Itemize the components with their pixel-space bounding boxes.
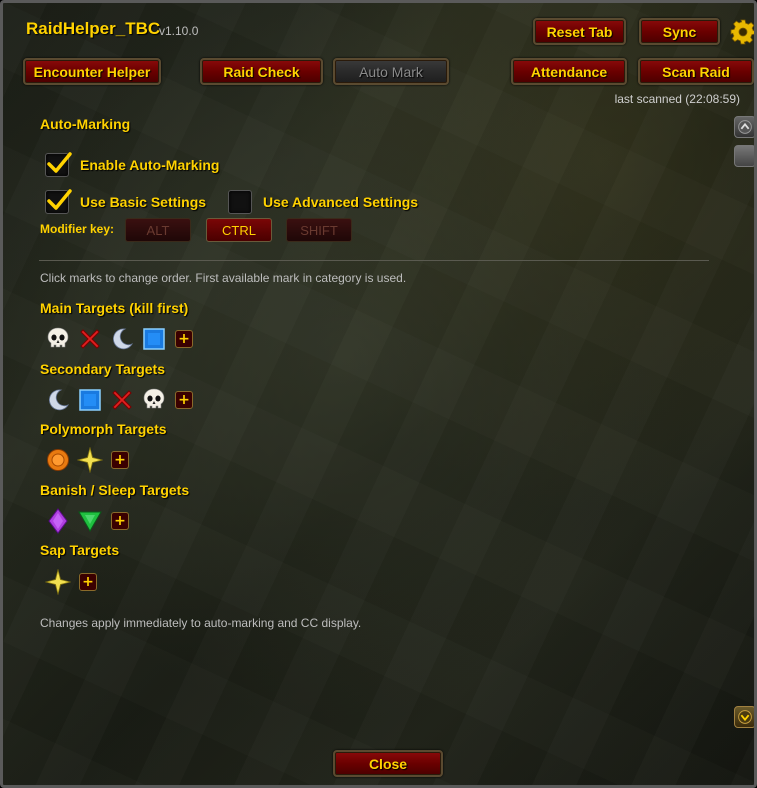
secondary-targets-marks: + bbox=[45, 386, 193, 414]
sap-targets-title: Sap Targets bbox=[40, 542, 120, 558]
skull-icon[interactable] bbox=[45, 326, 71, 352]
star-icon[interactable] bbox=[77, 447, 103, 473]
use-basic-settings-checkbox[interactable] bbox=[45, 189, 72, 214]
use-advanced-settings-checkbox[interactable] bbox=[228, 190, 252, 214]
sync-button[interactable]: Sync bbox=[639, 18, 720, 45]
square-icon[interactable] bbox=[141, 326, 167, 352]
secondary-targets-title: Secondary Targets bbox=[40, 361, 166, 377]
skull-icon[interactable] bbox=[141, 387, 167, 413]
add-mark-button[interactable]: + bbox=[79, 573, 97, 591]
circle-icon[interactable] bbox=[45, 447, 71, 473]
checkmark-icon bbox=[47, 152, 72, 173]
scroll-down-icon[interactable] bbox=[734, 706, 756, 728]
cross-icon[interactable] bbox=[109, 387, 135, 413]
modifier-key-label: Modifier key: bbox=[40, 222, 115, 236]
sap-targets-marks: + bbox=[45, 568, 97, 596]
use-basic-settings-label: Use Basic Settings bbox=[80, 194, 207, 210]
add-mark-button[interactable]: + bbox=[111, 512, 129, 530]
add-mark-button[interactable]: + bbox=[175, 391, 193, 409]
moon-icon[interactable] bbox=[45, 387, 71, 413]
scroll-up-icon[interactable] bbox=[734, 116, 756, 138]
version-label: v1.10.0 bbox=[159, 24, 199, 38]
apply-hint: Changes apply immediately to auto-markin… bbox=[40, 616, 362, 630]
reset-tab-button[interactable]: Reset Tab bbox=[533, 18, 626, 45]
section-divider bbox=[39, 260, 709, 261]
window-title: RaidHelper_TBC bbox=[26, 19, 161, 38]
diamond-icon[interactable] bbox=[45, 508, 71, 534]
banish-sleep-targets-marks: + bbox=[45, 507, 129, 535]
cross-icon[interactable] bbox=[77, 326, 103, 352]
add-mark-button[interactable]: + bbox=[175, 330, 193, 348]
raidhelper-window: RaidHelper_TBC v1.10.0 Reset Tab Sync En… bbox=[0, 0, 757, 788]
last-scanned-label: last scanned (22:08:59) bbox=[614, 92, 740, 106]
modifier-shift-button[interactable]: SHIFT bbox=[286, 218, 352, 242]
use-advanced-settings-label: Use Advanced Settings bbox=[263, 194, 419, 210]
moon-icon[interactable] bbox=[109, 326, 135, 352]
close-button[interactable]: Close bbox=[333, 750, 443, 777]
tab-raid-check[interactable]: Raid Check bbox=[200, 58, 323, 85]
auto-marking-heading: Auto-Marking bbox=[40, 116, 131, 132]
star-icon[interactable] bbox=[45, 569, 71, 595]
checkmark-icon bbox=[47, 189, 72, 210]
enable-auto-marking-checkbox[interactable] bbox=[45, 152, 72, 177]
banish-sleep-targets-title: Banish / Sleep Targets bbox=[40, 482, 190, 498]
main-targets-marks: + bbox=[45, 325, 193, 353]
triangle-icon[interactable] bbox=[77, 508, 103, 534]
add-mark-button[interactable]: + bbox=[111, 451, 129, 469]
square-icon[interactable] bbox=[77, 387, 103, 413]
order-hint: Click marks to change order. First avail… bbox=[40, 271, 407, 285]
scan-raid-button[interactable]: Scan Raid bbox=[638, 58, 754, 85]
polymorph-targets-marks: + bbox=[45, 446, 129, 474]
modifier-ctrl-button[interactable]: CTRL bbox=[206, 218, 272, 242]
modifier-alt-button[interactable]: ALT bbox=[125, 218, 191, 242]
tab-auto-mark[interactable]: Auto Mark bbox=[333, 58, 449, 85]
tab-encounter-helper[interactable]: Encounter Helper bbox=[23, 58, 161, 85]
main-targets-title: Main Targets (kill first) bbox=[40, 300, 189, 316]
enable-auto-marking-label: Enable Auto-Marking bbox=[80, 157, 220, 173]
gear-icon[interactable] bbox=[730, 19, 756, 45]
attendance-button[interactable]: Attendance bbox=[511, 58, 627, 85]
scrollbar-thumb[interactable] bbox=[734, 145, 754, 167]
polymorph-targets-title: Polymorph Targets bbox=[40, 421, 167, 437]
